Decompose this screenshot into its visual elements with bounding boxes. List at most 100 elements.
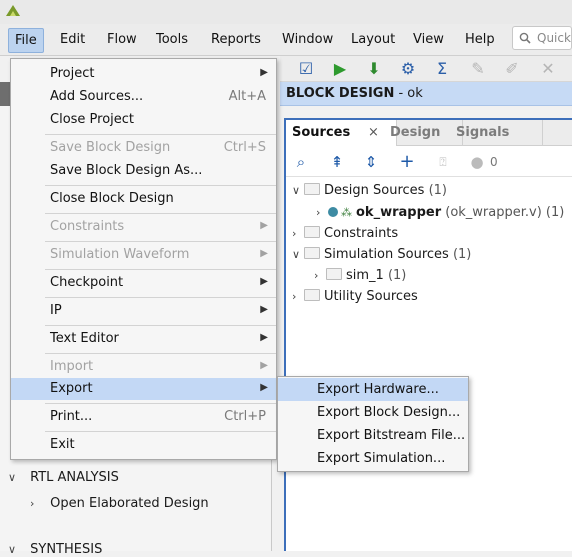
chevron-right-icon: › — [292, 227, 297, 240]
chevron-right-icon: › — [316, 206, 321, 219]
export-simulation-label: Export Simulation... — [317, 451, 446, 466]
submenu-arrow-icon: ▶ — [260, 360, 268, 371]
tree-design-sources-count: (1) — [428, 183, 448, 198]
program-icon[interactable]: ⬇ — [364, 59, 384, 79]
expand-all-icon[interactable]: ⇕ — [362, 153, 380, 171]
menu-item-export-bitstream[interactable]: Export Bitstream File... — [278, 424, 468, 447]
search-icon[interactable]: ⌕ — [292, 153, 310, 171]
sources-tab-bar: Sources × Design Signals — [286, 120, 572, 146]
nav-synthesis[interactable]: ∨ SYNTHESIS — [8, 542, 102, 557]
nav-rtl-analysis-label: RTL ANALYSIS — [30, 470, 119, 485]
menu-edit[interactable]: Edit — [60, 32, 85, 47]
menu-separator — [45, 213, 276, 214]
block-design-name: - ok — [394, 86, 423, 101]
chevron-down-icon: ∨ — [292, 184, 301, 197]
help-icon[interactable]: ⍰ — [434, 153, 452, 171]
tree-design-sources-label: Design Sources — [324, 183, 425, 198]
menu-item-constraints-label: Constraints — [50, 219, 125, 234]
menu-item-ip[interactable]: IP ▶ — [11, 300, 276, 322]
menu-item-import[interactable]: Import ▶ — [11, 356, 276, 378]
menu-separator — [45, 185, 276, 186]
folder-icon — [304, 226, 320, 238]
check-icon[interactable]: ☑ — [296, 59, 316, 79]
menu-item-add-sources[interactable]: Add Sources... Alt+A — [11, 86, 276, 108]
menu-item-add-sources-label: Add Sources... — [50, 89, 144, 104]
menu-flow[interactable]: Flow — [107, 32, 137, 47]
menu-item-export-label: Export — [50, 381, 93, 396]
tab-sources[interactable]: Sources × — [286, 120, 397, 146]
menu-separator — [45, 403, 276, 404]
shortcut-add-sources: Alt+A — [228, 89, 266, 104]
tab-signals-label: Signals — [456, 125, 510, 140]
submenu-arrow-icon: ▶ — [260, 304, 268, 315]
tree-design-sources[interactable]: ∨ Design Sources (1) — [292, 183, 447, 198]
tree-simulation-sources-count: (1) — [452, 247, 472, 262]
hierarchy-top-icon — [328, 207, 338, 217]
menu-item-save-block-design[interactable]: Save Block Design Ctrl+S — [11, 137, 276, 159]
nav-open-elaborated-design[interactable]: › Open Elaborated Design — [30, 496, 209, 511]
tree-utility-sources[interactable]: › Utility Sources — [292, 289, 418, 304]
tree-simulation-sources-label: Simulation Sources — [324, 247, 449, 262]
tree-sim-1[interactable]: › sim_1 (1) — [314, 268, 406, 283]
menu-layout[interactable]: Layout — [351, 32, 395, 47]
nav-rtl-analysis[interactable]: ∨ RTL ANALYSIS — [8, 470, 119, 485]
collapse-all-icon[interactable]: ⇞ — [328, 153, 346, 171]
settings-icon[interactable]: ⚙ — [398, 59, 418, 79]
issue-count: 0 — [490, 155, 498, 169]
menu-item-simulation-waveform[interactable]: Simulation Waveform ▶ — [11, 244, 276, 266]
menu-item-close-block-design[interactable]: Close Block Design — [11, 188, 276, 210]
quick-access-search[interactable]: Quick — [512, 26, 572, 50]
nav-open-elaborated-label: Open Elaborated Design — [50, 496, 209, 511]
submenu-arrow-icon: ▶ — [260, 382, 268, 393]
menu-help[interactable]: Help — [465, 32, 495, 47]
probe-icon[interactable]: ✐ — [502, 59, 522, 79]
menu-item-save-block-design-as[interactable]: Save Block Design As... — [11, 160, 276, 182]
add-icon[interactable]: + — [398, 153, 416, 171]
menu-item-export[interactable]: Export ▶ — [11, 378, 276, 400]
menu-item-export-block-design[interactable]: Export Block Design... — [278, 401, 468, 424]
export-hardware-label: Export Hardware... — [317, 382, 439, 397]
close-icon[interactable]: × — [368, 120, 379, 146]
block-design-header: BLOCK DESIGN - ok — [280, 82, 572, 106]
menu-item-print[interactable]: Print... Ctrl+P — [11, 406, 276, 428]
menu-item-exit[interactable]: Exit — [11, 434, 276, 456]
menu-separator — [45, 134, 276, 135]
menu-item-save-bd-label: Save Block Design — [50, 140, 171, 155]
tree-ok-wrapper[interactable]: › ⁂ ok_wrapper (ok_wrapper.v) (1) — [316, 205, 564, 220]
menu-item-close-project-label: Close Project — [50, 112, 135, 127]
block-design-prefix: BLOCK DESIGN — [286, 86, 395, 101]
debug-icon[interactable]: ✎ — [468, 59, 488, 79]
sigma-icon[interactable]: Σ — [432, 59, 452, 79]
menu-window[interactable]: Window — [282, 32, 333, 47]
menu-item-checkpoint[interactable]: Checkpoint ▶ — [11, 272, 276, 294]
menu-view[interactable]: View — [413, 32, 444, 47]
tab-signals[interactable]: Signals — [450, 120, 543, 146]
menu-item-constraints[interactable]: Constraints ▶ — [11, 216, 276, 238]
tree-constraints[interactable]: › Constraints — [292, 226, 398, 241]
menu-item-export-hardware[interactable]: Export Hardware... — [278, 378, 468, 401]
menu-reports[interactable]: Reports — [211, 32, 261, 47]
block-design-title: BLOCK DESIGN - ok — [286, 86, 423, 101]
menu-separator — [45, 241, 276, 242]
block-design-icon: ⁂ — [341, 206, 352, 219]
tree-simulation-sources[interactable]: ∨ Simulation Sources (1) — [292, 247, 471, 262]
menu-item-print-label: Print... — [50, 409, 93, 424]
menu-file[interactable]: File — [8, 28, 44, 53]
menu-item-project[interactable]: Project ▶ — [11, 63, 276, 85]
tree-ok-wrapper-detail: (ok_wrapper.v) (1) — [445, 205, 565, 220]
menu-item-close-project[interactable]: Close Project — [11, 109, 276, 131]
run-icon[interactable]: ▶ — [330, 59, 350, 79]
sources-toolbar: ⌕ ⇞ ⇕ + ⍰ ● 0 — [286, 147, 572, 177]
menu-item-export-simulation[interactable]: Export Simulation... — [278, 447, 468, 470]
menu-separator — [45, 297, 276, 298]
menu-item-project-label: Project — [50, 66, 95, 81]
menu-item-close-bd-label: Close Block Design — [50, 191, 174, 206]
submenu-arrow-icon: ▶ — [260, 248, 268, 259]
menu-item-text-editor[interactable]: Text Editor ▶ — [11, 328, 276, 350]
menu-tools[interactable]: Tools — [156, 32, 188, 47]
tab-design-label: Design — [390, 125, 441, 140]
menu-item-exit-label: Exit — [50, 437, 75, 452]
status-circle-icon: ● — [470, 153, 484, 171]
disable-icon[interactable]: ✕ — [538, 59, 558, 79]
shortcut-save-bd: Ctrl+S — [223, 140, 266, 155]
